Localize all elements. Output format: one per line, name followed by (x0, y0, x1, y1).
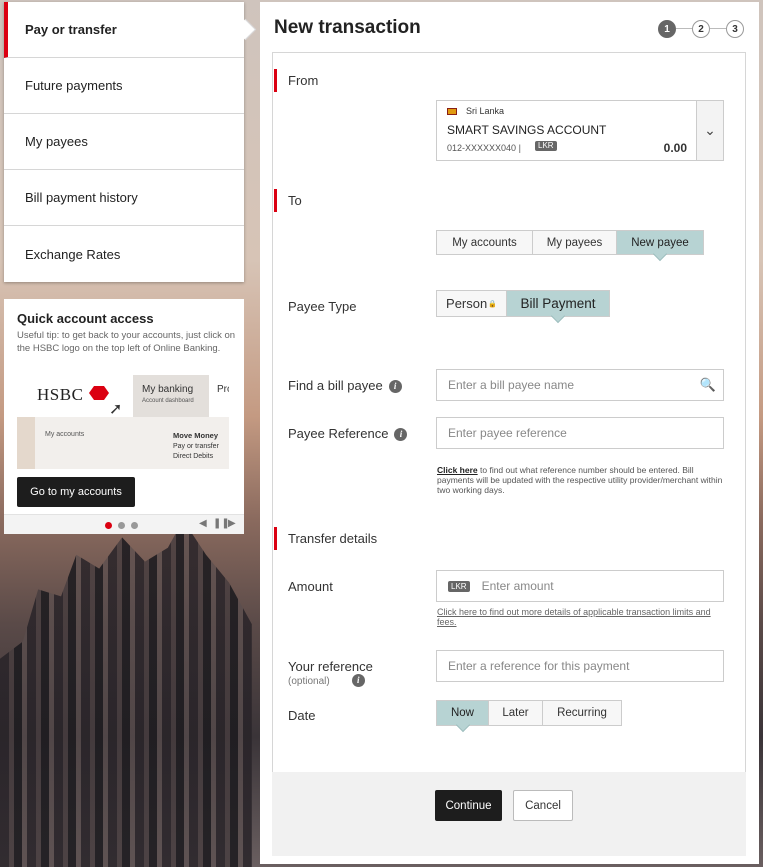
sidebar-nav: Pay or transfer Future payments My payee… (4, 2, 244, 282)
find-bill-payee-label: Find a bill payee i (288, 378, 402, 393)
sidebar-item-pay-or-transfer[interactable]: Pay or transfer (4, 2, 244, 58)
step-indicator-1: 1 (658, 20, 676, 38)
payee-type-person[interactable]: Person 🔒 (437, 291, 507, 316)
info-icon[interactable]: i (351, 674, 365, 687)
payee-type-label: Payee Type (288, 299, 357, 314)
step-connector (710, 28, 726, 29)
new-transaction-panel: New transaction 1 2 3 From Sri Lanka SMA… (260, 2, 759, 864)
account-balance: 0.00 (663, 141, 687, 155)
date-options: Now Later Recurring (436, 700, 622, 726)
chevron-down-icon[interactable]: ⌄ (696, 101, 723, 160)
quick-access-preview-image: HSBC ➚ My banking Account dashboard Pro M… (17, 375, 229, 469)
your-reference-placeholder: Enter a reference for this payment (448, 659, 630, 673)
sidebar-item-bill-payment-history[interactable]: Bill payment history (4, 170, 244, 226)
sidebar-item-label: Exchange Rates (25, 246, 121, 262)
lock-icon: 🔒 (488, 300, 497, 308)
carousel-prev-icon[interactable]: ◀ (199, 518, 207, 529)
cancel-button[interactable]: Cancel (513, 790, 573, 821)
quick-access-tip: Useful tip: to get back to your accounts… (17, 330, 236, 354)
optional-text: (optional) (288, 676, 330, 687)
payee-reference-note-text: to find out what reference number should… (437, 465, 723, 495)
info-icon[interactable]: i (394, 428, 408, 441)
sidebar-item-my-payees[interactable]: My payees (4, 114, 244, 170)
section-transfer-details-heading: Transfer details (274, 527, 377, 550)
your-reference-text: Your reference (288, 659, 373, 674)
from-account-select[interactable]: Sri Lanka SMART SAVINGS ACCOUNT 012-XXXX… (436, 100, 724, 161)
payee-reference-note: Click here to find out what reference nu… (437, 465, 729, 495)
amount-label: Amount (288, 579, 333, 594)
find-bill-payee-text: Find a bill payee (288, 378, 383, 393)
tab-my-accounts[interactable]: My accounts (437, 231, 533, 254)
sidebar-item-future-payments[interactable]: Future payments (4, 58, 244, 114)
section-to-heading: To (274, 189, 302, 212)
preview-my-accounts: My accounts (45, 431, 85, 438)
payee-type-toggle: Person 🔒 Bill Payment (436, 290, 610, 317)
tab-new-payee[interactable]: New payee (617, 231, 703, 254)
preview-direct-debits: Direct Debits (173, 453, 214, 460)
your-reference-input[interactable]: Enter a reference for this payment (436, 650, 724, 682)
step-connector (676, 28, 692, 29)
info-icon[interactable]: i (388, 380, 402, 393)
sidebar-item-label: Future payments (25, 78, 123, 93)
account-separator: | (518, 143, 521, 153)
quick-account-access-panel: Quick account access Useful tip: to get … (4, 299, 244, 534)
step-indicator-3: 3 (726, 20, 744, 38)
carousel-dot-1[interactable] (105, 522, 112, 529)
payee-reference-text: Payee Reference (288, 426, 389, 441)
carousel-pager: ◀ ❚❚ ▶ (4, 514, 244, 534)
payee-reference-input[interactable]: Enter payee reference (436, 417, 724, 449)
preview-pro-label: Pro (217, 384, 229, 395)
page-title: New transaction (274, 17, 421, 38)
step-indicator-2: 2 (692, 20, 710, 38)
optional-label: (optional) i (288, 674, 373, 687)
sidebar-item-exchange-rates[interactable]: Exchange Rates (4, 226, 244, 282)
date-option-recurring[interactable]: Recurring (543, 701, 621, 725)
find-bill-payee-placeholder: Enter a bill payee name (448, 378, 575, 392)
payee-reference-placeholder: Enter payee reference (448, 426, 567, 440)
sri-lanka-flag-icon (447, 108, 457, 115)
preview-dashboard-label: Account dashboard (142, 398, 194, 404)
payee-source-tabs: My accounts My payees New payee (436, 230, 704, 255)
sidebar-item-label: My payees (25, 134, 88, 149)
account-country: Sri Lanka (466, 106, 505, 116)
amount-currency-badge: LKR (448, 580, 470, 592)
carousel-dot-2[interactable] (118, 522, 125, 529)
search-icon[interactable]: 🔍 (700, 377, 716, 393)
amount-input[interactable]: LKR Enter amount (436, 570, 724, 602)
account-number-value: 012-XXXXXX040 (447, 143, 517, 153)
account-currency-badge: LKR (535, 141, 557, 151)
sidebar-item-label: Pay or transfer (25, 22, 117, 37)
continue-button[interactable]: Continue (435, 790, 502, 821)
reference-help-link[interactable]: Click here (437, 465, 478, 475)
preview-my-banking: My banking Account dashboard (133, 375, 209, 417)
mouse-cursor-icon: ➚ (109, 401, 123, 418)
account-number: 012-XXXXXX040 | (447, 143, 521, 153)
preview-move-money: Move Money Pay or transfer Direct Debits (173, 431, 219, 462)
tab-my-payees[interactable]: My payees (533, 231, 617, 254)
section-from-heading: From (274, 69, 318, 92)
preview-side-bar (17, 417, 35, 469)
payee-reference-label: Payee Reference i (288, 426, 408, 441)
date-label: Date (288, 708, 316, 723)
payee-type-person-label: Person (446, 296, 488, 311)
preview-pay-transfer: Pay or transfer (173, 443, 219, 450)
carousel-dot-3[interactable] (131, 522, 138, 529)
preview-move-money-label: Move Money (173, 431, 219, 440)
find-bill-payee-input[interactable]: Enter a bill payee name 🔍 (436, 369, 724, 401)
quick-access-title: Quick account access (17, 311, 154, 326)
hsbc-logo-text: HSBC (37, 385, 84, 404)
form-footer (272, 772, 746, 856)
preview-my-banking-label: My banking (142, 384, 194, 395)
transaction-limits-link[interactable]: Click here to find out more details of a… (437, 607, 729, 627)
payee-type-bill-payment[interactable]: Bill Payment (507, 291, 609, 316)
your-reference-label: Your reference (optional) i (288, 659, 373, 687)
amount-placeholder: Enter amount (481, 579, 554, 593)
account-name: SMART SAVINGS ACCOUNT (447, 123, 607, 137)
go-to-my-accounts-button[interactable]: Go to my accounts (17, 477, 135, 507)
date-option-later[interactable]: Later (489, 701, 543, 725)
date-option-now[interactable]: Now (437, 701, 489, 725)
sidebar-item-label: Bill payment history (25, 190, 138, 205)
carousel-next-icon[interactable]: ▶ (228, 518, 236, 529)
